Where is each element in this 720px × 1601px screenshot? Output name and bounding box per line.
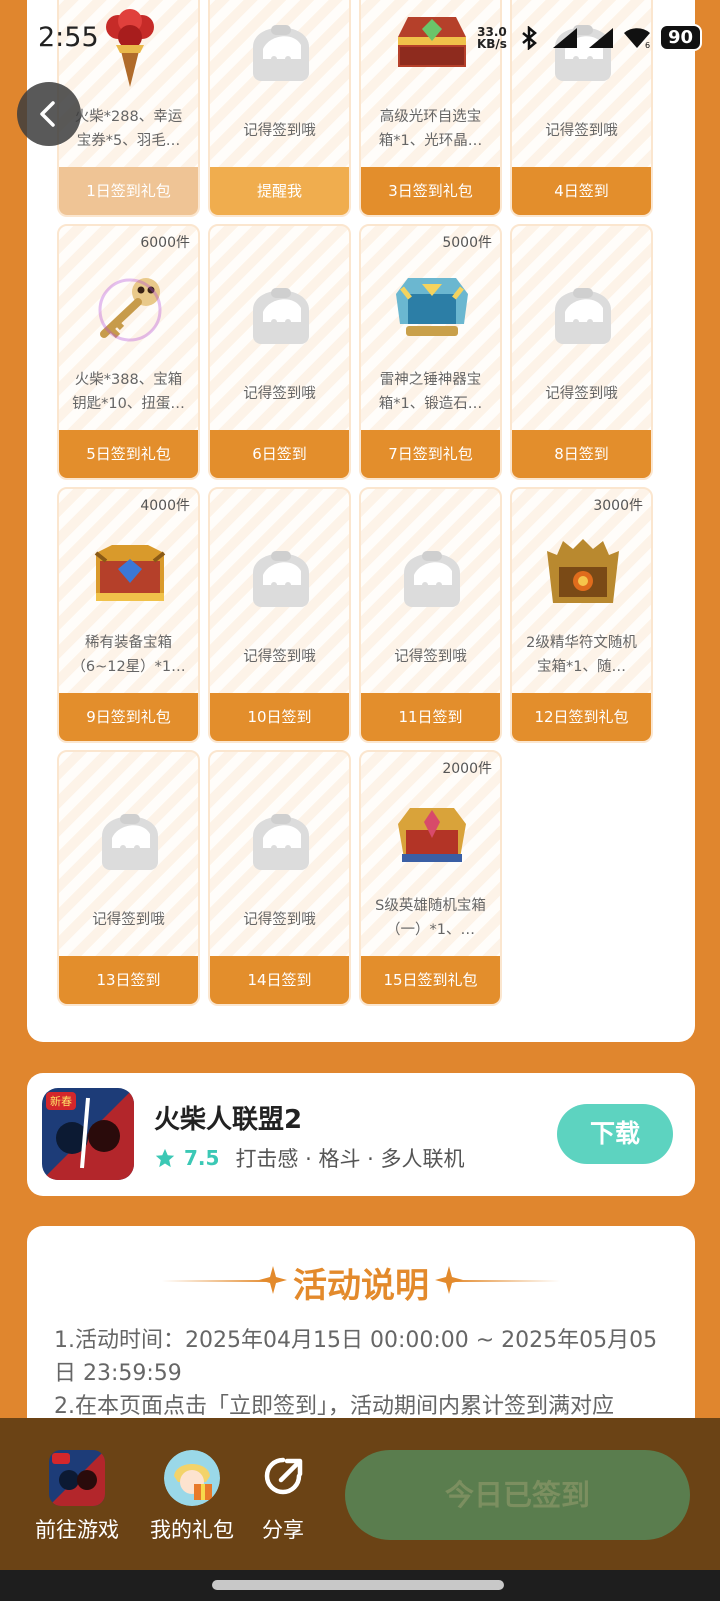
goto-game-label: 前往游戏 (35, 1518, 119, 1542)
reward-description: 火柴*388、宝箱钥匙*10、扭蛋… (72, 372, 185, 412)
home-gesture-bar[interactable] (212, 1580, 504, 1590)
game-icon[interactable]: 新春 (42, 1088, 134, 1180)
checkin-day-button[interactable]: 11日签到 (361, 693, 500, 741)
activity-text: 1.活动时间：2025年04月15日 00:00:00 ~ 2025年05月05… (54, 1324, 665, 1423)
checkin-card-day-8[interactable]: 记得签到哦 8日签到 (510, 224, 653, 480)
activity-line-1: 1.活动时间：2025年04月15日 00:00:00 ~ 2025年05月05… (54, 1328, 658, 1386)
checkin-day-button[interactable]: 3日签到礼包 (361, 167, 500, 215)
reward-description: 稀有装备宝箱（6~12星）*1… (71, 635, 186, 675)
network-speed: 33.0 KB/s (477, 26, 507, 50)
placeholder-avatar-icon (241, 533, 321, 613)
reward-description: 记得签到哦 (92, 912, 165, 928)
checkin-day-button[interactable]: 5日签到礼包 (59, 430, 198, 478)
checkin-day-button[interactable]: 12日签到礼包 (512, 693, 651, 741)
placeholder-avatar-icon (90, 796, 170, 876)
reward-description: 2级精华符文随机宝箱*1、随… (526, 635, 637, 675)
stock-count: 6000件 (140, 235, 190, 251)
rare-equipment-chest-icon (90, 533, 170, 613)
checkin-card-day-15[interactable]: 2000件 S级英雄随机宝箱（一）*1、… 15日签到礼包 (359, 750, 502, 1006)
hero-chest-icon (392, 796, 472, 876)
checkin-day-button[interactable]: 15日签到礼包 (361, 956, 500, 1004)
wifi-icon: 6 (623, 27, 650, 50)
chevron-left-icon (40, 101, 55, 127)
stock-count: 3000件 (593, 498, 643, 514)
back-button[interactable] (17, 82, 81, 146)
my-gifts-label: 我的礼包 (150, 1518, 234, 1542)
placeholder-avatar-icon (392, 533, 472, 613)
checkin-card-day-5[interactable]: 6000件火柴*388、宝箱钥匙*10、扭蛋… 5日签到礼包 (57, 224, 200, 480)
share-label: 分享 (262, 1518, 304, 1542)
checkin-card-day-13[interactable]: 记得签到哦 13日签到 (57, 750, 200, 1006)
skull-key-icon (90, 270, 170, 350)
checkin-card-day-14[interactable]: 记得签到哦 14日签到 (208, 750, 351, 1006)
battery-indicator: 90 (658, 24, 702, 51)
reward-description: 记得签到哦 (545, 123, 618, 139)
download-button[interactable]: 下载 (557, 1104, 673, 1164)
bluetooth-icon (522, 25, 537, 50)
checkin-day-button[interactable]: 9日签到礼包 (59, 693, 198, 741)
checkin-day-button[interactable]: 1日签到礼包 (59, 167, 198, 215)
placeholder-avatar-icon (241, 796, 321, 876)
checkin-day-button[interactable]: 6日签到 (210, 430, 349, 478)
checkin-day-button[interactable]: 10日签到 (210, 693, 349, 741)
checkin-card-day-10[interactable]: 记得签到哦 10日签到 (208, 487, 351, 743)
reward-description: 记得签到哦 (394, 649, 467, 665)
stock-count: 4000件 (140, 498, 190, 514)
gesture-area (0, 1570, 720, 1601)
placeholder-avatar-icon (543, 270, 623, 350)
reward-description: 记得签到哦 (243, 123, 316, 139)
gift-avatar-icon (164, 1450, 220, 1506)
reward-description: 雷神之锤神器宝箱*1、锻造石… (378, 372, 483, 412)
status-bar: 2:55 33.0 KB/s 6 90 (0, 0, 720, 80)
goto-game-button[interactable]: 前往游戏 (27, 1450, 127, 1544)
game-card[interactable]: 新春 火柴人联盟2 7.5 打击感 · 格斗 · 多人联机 下载 (27, 1073, 695, 1196)
reward-description: 火柴*288、幸运宝券*5、羽毛… (74, 109, 183, 149)
status-time: 2:55 (38, 22, 99, 53)
game-rating: 7.5 (184, 1146, 220, 1170)
game-icon-badge: 新春 (50, 1094, 72, 1108)
signal-icon-1 (552, 27, 577, 48)
checkin-card-day-7[interactable]: 5000件雷神之锤神器宝箱*1、锻造石… 7日签到礼包 (359, 224, 502, 480)
checkin-card-day-11[interactable]: 记得签到哦 11日签到 (359, 487, 502, 743)
remind-me-button[interactable]: 提醒我 (210, 167, 349, 215)
reward-description: 高级光环自选宝箱*1、光环晶… (378, 109, 483, 149)
thor-hammer-chest-icon (392, 270, 472, 350)
game-shortcut-icon (49, 1450, 105, 1506)
reward-description: 记得签到哦 (545, 386, 618, 402)
bottom-action-bar: 前往游戏 我的礼包 分享 今日已签到 (0, 1418, 720, 1570)
network-speed-value: 33.0 (477, 24, 507, 39)
status-icons: 33.0 KB/s 6 90 (477, 24, 702, 51)
signal-icon-2 (588, 27, 613, 48)
checkin-day-button[interactable]: 13日签到 (59, 956, 198, 1004)
my-gifts-button[interactable]: 我的礼包 (142, 1450, 242, 1544)
reward-description: 记得签到哦 (243, 912, 316, 928)
stock-count: 2000件 (442, 761, 492, 777)
game-meta: 7.5 打击感 · 格斗 · 多人联机 (154, 1143, 465, 1173)
stock-count: 5000件 (442, 235, 492, 251)
share-button[interactable]: 分享 (233, 1450, 333, 1544)
checkin-day-button[interactable]: 7日签到礼包 (361, 430, 500, 478)
checkin-day-button[interactable]: 4日签到 (512, 167, 651, 215)
placeholder-avatar-icon (241, 270, 321, 350)
star-icon (155, 1148, 175, 1168)
activity-title: 活动说明 (293, 1266, 429, 1306)
reward-description: 记得签到哦 (243, 386, 316, 402)
rune-chest-icon (543, 533, 623, 613)
checkin-day-button[interactable]: 8日签到 (512, 430, 651, 478)
share-icon (255, 1450, 311, 1506)
network-speed-unit: KB/s (476, 36, 507, 51)
reward-description: 记得签到哦 (243, 649, 316, 665)
reward-description: S级英雄随机宝箱（一）*1、… (375, 898, 486, 938)
checked-in-button[interactable]: 今日已签到 (345, 1450, 690, 1540)
game-name: 火柴人联盟2 (154, 1105, 303, 1135)
game-tags: 打击感 · 格斗 · 多人联机 (235, 1147, 465, 1171)
title-divider-right (450, 1280, 560, 1282)
checkin-card-day-6[interactable]: 记得签到哦 6日签到 (208, 224, 351, 480)
checkin-day-button[interactable]: 14日签到 (210, 956, 349, 1004)
checkin-card-day-9[interactable]: 4000件稀有装备宝箱（6~12星）*1… 9日签到礼包 (57, 487, 200, 743)
checkin-panel: 火柴*288、幸运宝券*5、羽毛… 1日签到礼包 记得签到哦 提醒我 高级光环自选宝箱*… (27, 0, 695, 1042)
checkin-card-day-12[interactable]: 3000件 2级精华符文随机宝箱*1、随… 12日签到礼包 (510, 487, 653, 743)
sim-label: 6 (645, 41, 650, 50)
